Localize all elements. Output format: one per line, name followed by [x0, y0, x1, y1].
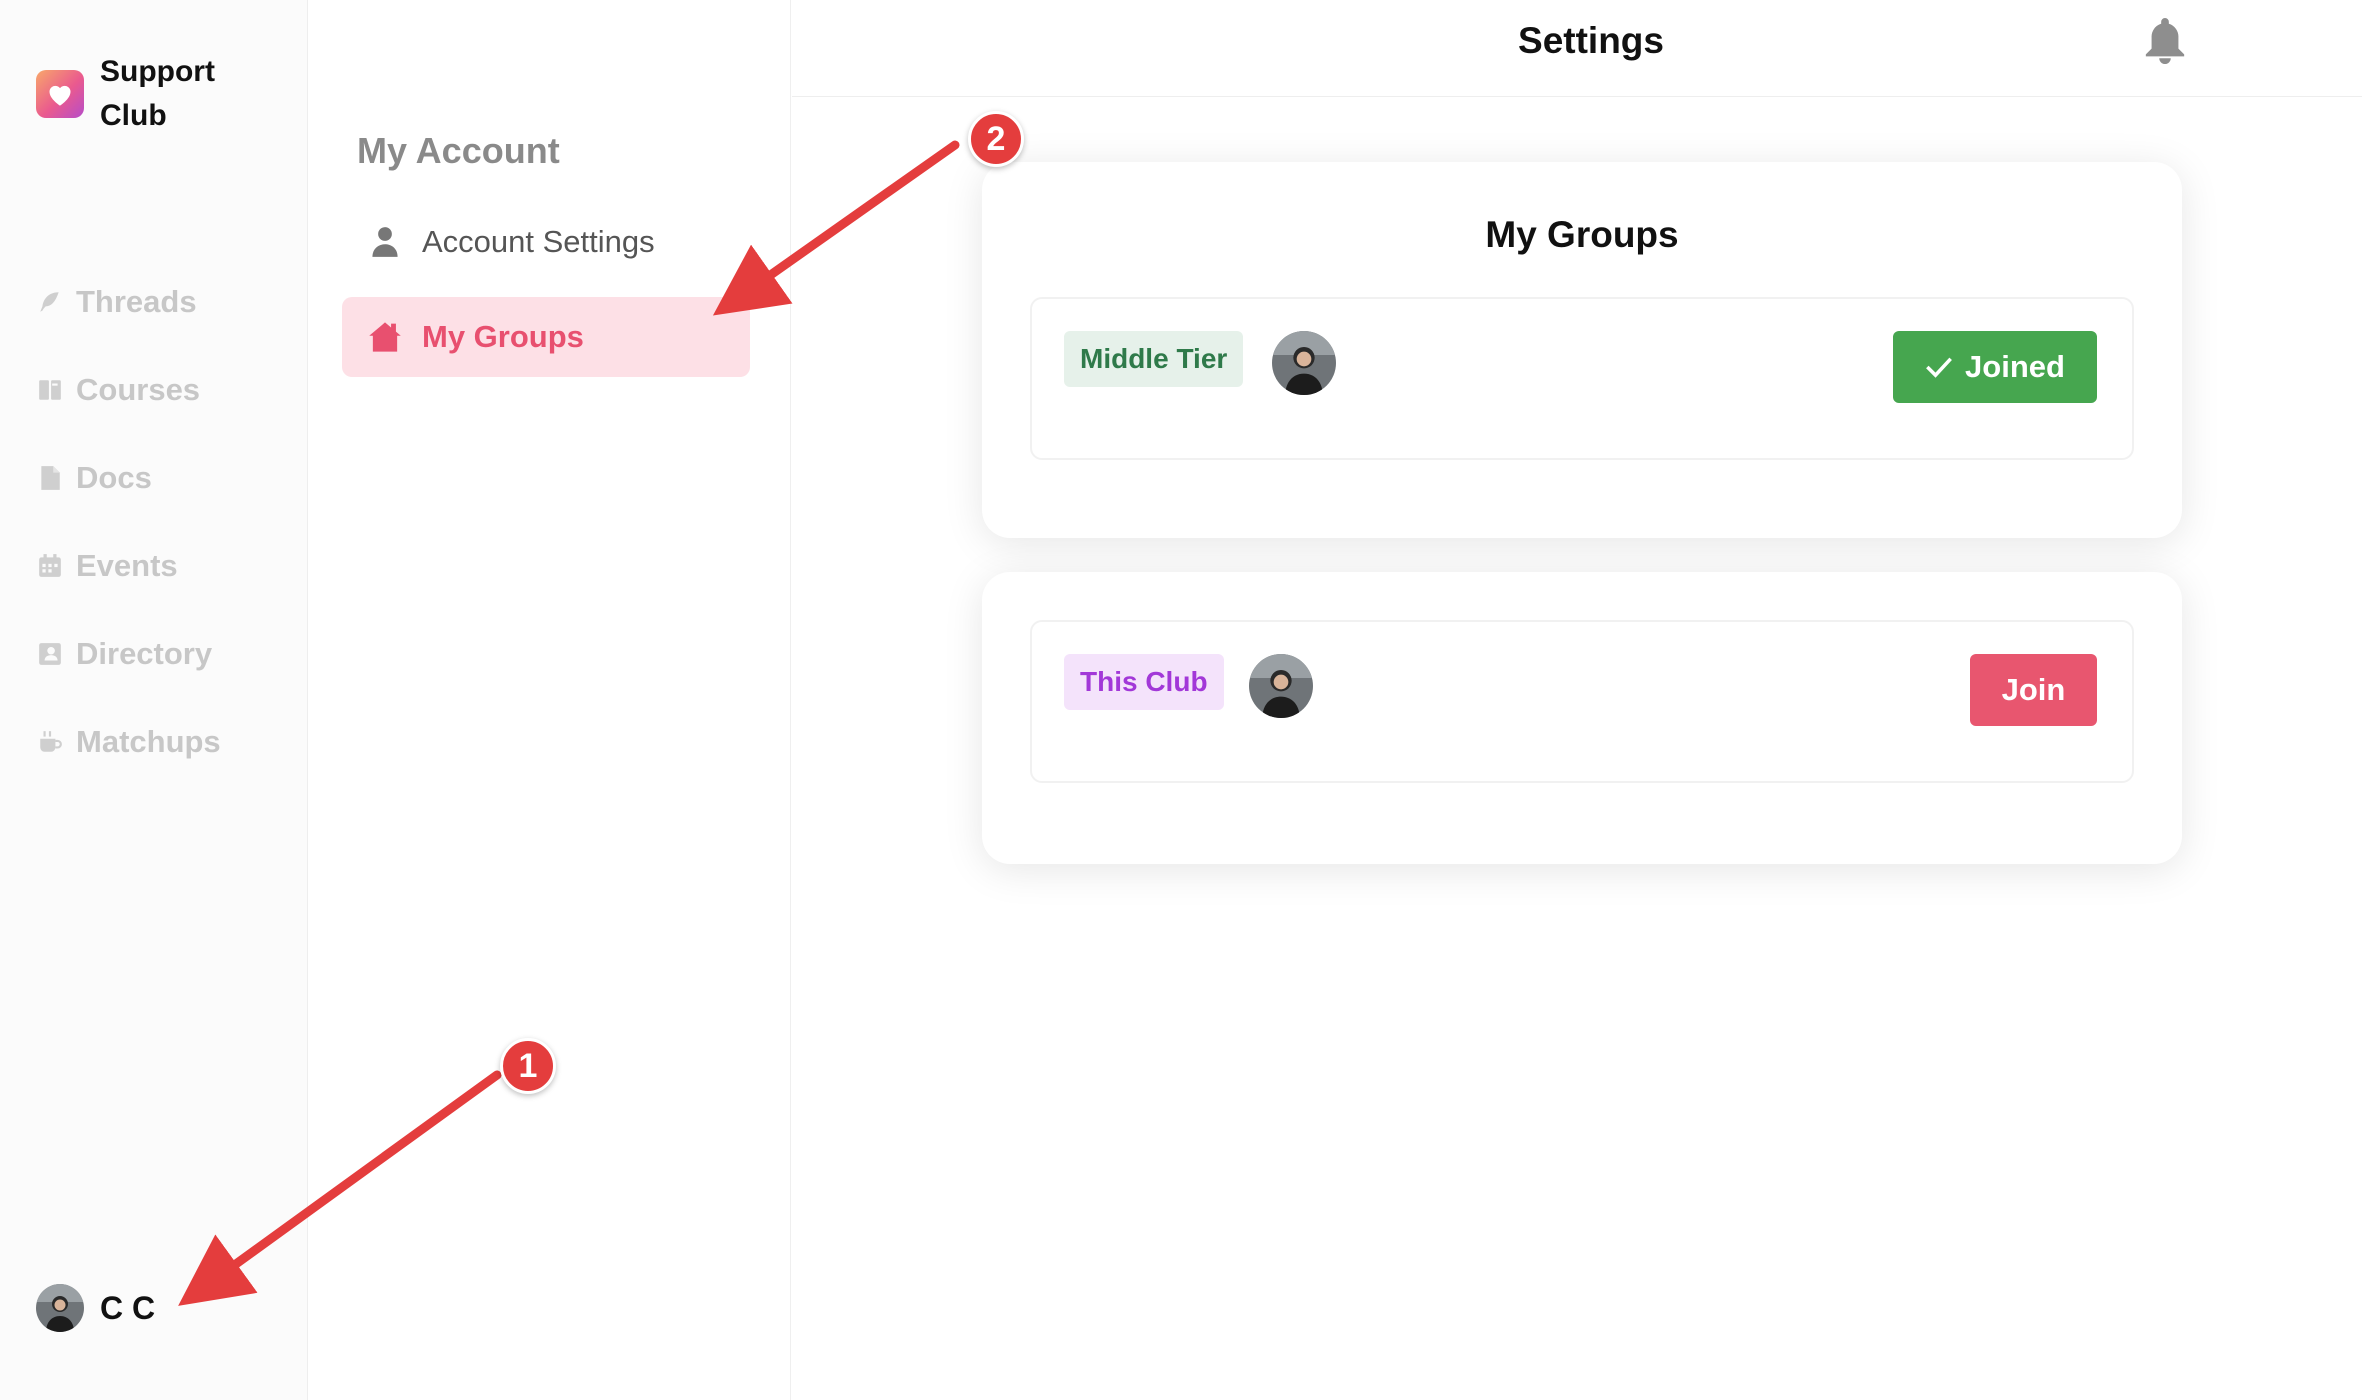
menu-item-label: Account Settings	[422, 224, 655, 259]
group-tag: Middle Tier	[1064, 331, 1244, 387]
brand-name: Support Club	[100, 55, 215, 132]
feather-icon	[36, 288, 64, 316]
bell-icon[interactable]	[2142, 16, 2188, 66]
avatar	[36, 1284, 84, 1332]
nav-item-label: Events	[76, 548, 178, 583]
nav-item-label: Courses	[76, 372, 201, 407]
settings-section-heading: My Account	[357, 130, 560, 171]
left-sidebar: Support Club Threads Courses Docs Events…	[0, 0, 308, 1400]
group-tag: This Club	[1064, 654, 1224, 710]
nav-item-label: Threads	[76, 284, 197, 319]
page-title: Settings	[1518, 20, 1664, 61]
card-title: My Groups	[1485, 214, 1679, 255]
menu-item-my-groups[interactable]: My Groups	[342, 297, 750, 377]
house-icon	[368, 320, 402, 354]
nav-item-label: Directory	[76, 636, 213, 671]
menu-item-label: My Groups	[422, 319, 584, 354]
nav-item-events[interactable]: Events	[36, 522, 221, 610]
calendar-icon	[36, 552, 64, 580]
main-content: Settings My Groups Middle Tier Joined Th…	[792, 0, 2362, 1400]
contact-card-icon	[36, 640, 64, 668]
user-name: C C	[100, 1289, 156, 1326]
main-nav: Threads Courses Docs Events Directory Ma…	[36, 258, 221, 786]
top-bar: Settings	[792, 0, 2362, 97]
nav-item-docs[interactable]: Docs	[36, 434, 221, 522]
avatar	[1272, 331, 1336, 395]
annotation-badge-1: 1	[500, 1038, 556, 1094]
brand[interactable]: Support Club	[36, 50, 250, 138]
heart-logo-icon	[36, 70, 84, 118]
person-icon	[368, 225, 402, 259]
avatar	[1249, 654, 1313, 718]
nav-item-matchups[interactable]: Matchups	[36, 698, 221, 786]
nav-item-courses[interactable]: Courses	[36, 346, 221, 434]
nav-item-label: Docs	[76, 460, 152, 495]
join-button[interactable]: Join	[1970, 654, 2097, 726]
menu-item-account-settings[interactable]: Account Settings	[342, 202, 750, 282]
button-label: Joined	[1965, 349, 2065, 384]
document-icon	[36, 464, 64, 492]
my-groups-card: My Groups Middle Tier Joined	[982, 162, 2182, 538]
coffee-cup-icon	[36, 728, 64, 756]
nav-item-threads[interactable]: Threads	[36, 258, 221, 346]
nav-item-directory[interactable]: Directory	[36, 610, 221, 698]
nav-item-label: Matchups	[76, 724, 221, 759]
current-user[interactable]: C C	[36, 1284, 155, 1332]
book-icon	[36, 376, 64, 404]
group-card: This Club Join	[982, 572, 2182, 864]
group-row: Middle Tier Joined	[1030, 297, 2134, 460]
joined-button[interactable]: Joined	[1893, 331, 2097, 403]
group-row: This Club Join	[1030, 620, 2134, 783]
button-label: Join	[2001, 672, 2066, 707]
settings-sidebar: My Account Account Settings My Groups	[309, 0, 791, 1400]
annotation-badge-2: 2	[968, 111, 1024, 167]
checkmark-icon	[1925, 355, 1953, 379]
